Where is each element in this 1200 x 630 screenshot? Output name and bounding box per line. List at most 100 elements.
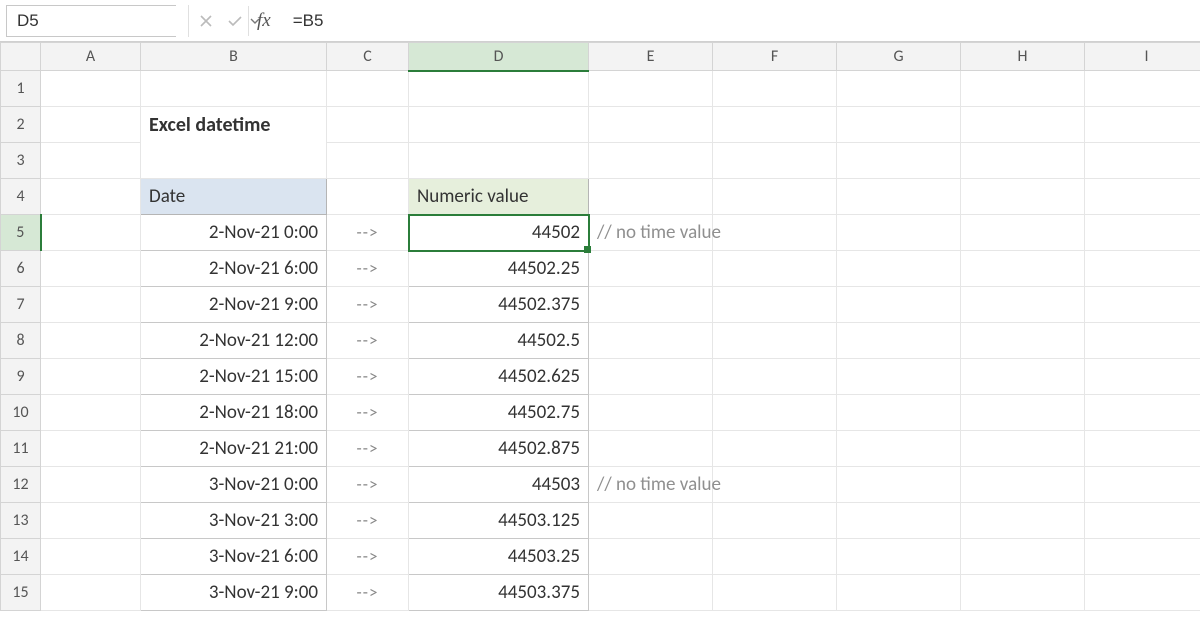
cell-F8[interactable] [713,323,837,359]
col-header-D[interactable]: D [409,43,589,71]
cell-A11[interactable] [41,431,141,467]
cell-F7[interactable] [713,287,837,323]
cell-D5[interactable]: 44502 [409,215,589,251]
cell-H9[interactable] [961,359,1085,395]
cell-E10[interactable] [589,395,713,431]
cell-C3[interactable] [327,143,409,179]
cell-B9[interactable]: 2-Nov-21 15:00 [141,359,327,395]
cell-C11[interactable]: --> [327,431,409,467]
sheet-title[interactable]: Excel datetime [141,107,327,143]
cell-D1[interactable] [409,71,589,107]
enter-formula-button[interactable] [227,14,243,28]
cell-B8[interactable]: 2-Nov-21 12:00 [141,323,327,359]
cell-C6[interactable]: --> [327,251,409,287]
cell-I12[interactable] [1085,467,1200,503]
cell-E13[interactable] [589,503,713,539]
col-header-C[interactable]: C [327,43,409,71]
cell-E14[interactable] [589,539,713,575]
cell-D8[interactable]: 44502.5 [409,323,589,359]
cell-E6[interactable] [589,251,713,287]
cell-E8[interactable] [589,323,713,359]
cell-B1[interactable] [141,71,327,107]
cell-F6[interactable] [713,251,837,287]
cell-E12[interactable]: // no time value [589,467,713,503]
cell-F2[interactable] [713,107,837,143]
cell-G5[interactable] [837,215,961,251]
cell-I13[interactable] [1085,503,1200,539]
cell-F1[interactable] [713,71,837,107]
select-all-corner[interactable] [1,43,41,71]
row-header-6[interactable]: 6 [1,251,41,287]
cell-G12[interactable] [837,467,961,503]
cell-G15[interactable] [837,575,961,611]
cell-D11[interactable]: 44502.875 [409,431,589,467]
cell-F9[interactable] [713,359,837,395]
col-header-A[interactable]: A [41,43,141,71]
cell-F11[interactable] [713,431,837,467]
cell-D2[interactable] [409,107,589,143]
cell-H10[interactable] [961,395,1085,431]
cell-A5[interactable] [41,215,141,251]
cell-A2[interactable] [41,107,141,143]
cell-H7[interactable] [961,287,1085,323]
cell-B15[interactable]: 3-Nov-21 9:00 [141,575,327,611]
row-header-14[interactable]: 14 [1,539,41,575]
row-header-13[interactable]: 13 [1,503,41,539]
cell-B13[interactable]: 3-Nov-21 3:00 [141,503,327,539]
row-header-15[interactable]: 15 [1,575,41,611]
cell-F14[interactable] [713,539,837,575]
cell-H8[interactable] [961,323,1085,359]
cell-H12[interactable] [961,467,1085,503]
row-header-3[interactable]: 3 [1,143,41,179]
cell-F3[interactable] [713,143,837,179]
cell-A4[interactable] [41,179,141,215]
cell-C8[interactable]: --> [327,323,409,359]
cell-I10[interactable] [1085,395,1200,431]
cell-G14[interactable] [837,539,961,575]
cell-I14[interactable] [1085,539,1200,575]
cell-G6[interactable] [837,251,961,287]
cell-C13[interactable]: --> [327,503,409,539]
cell-A6[interactable] [41,251,141,287]
col-header-I[interactable]: I [1085,43,1200,71]
cell-F10[interactable] [713,395,837,431]
cell-C5[interactable]: --> [327,215,409,251]
cell-D13[interactable]: 44503.125 [409,503,589,539]
cell-F12[interactable] [713,467,837,503]
cell-D7[interactable]: 44502.375 [409,287,589,323]
cell-G11[interactable] [837,431,961,467]
table-header-date[interactable]: Date [141,179,327,215]
cell-C9[interactable]: --> [327,359,409,395]
col-header-B[interactable]: B [141,43,327,71]
cell-D10[interactable]: 44502.75 [409,395,589,431]
cell-B10[interactable]: 2-Nov-21 18:00 [141,395,327,431]
cell-C7[interactable]: --> [327,287,409,323]
cell-C14[interactable]: --> [327,539,409,575]
cell-G3[interactable] [837,143,961,179]
cell-A13[interactable] [41,503,141,539]
cell-G13[interactable] [837,503,961,539]
cell-H2[interactable] [961,107,1085,143]
cell-G9[interactable] [837,359,961,395]
cell-A12[interactable] [41,467,141,503]
spreadsheet-grid[interactable]: A B C D E F G H I J 12Excel datetime34Da… [0,42,1200,611]
cell-A14[interactable] [41,539,141,575]
cell-E3[interactable] [589,143,713,179]
cell-E4[interactable] [589,179,713,215]
cell-H1[interactable] [961,71,1085,107]
cell-B7[interactable]: 2-Nov-21 9:00 [141,287,327,323]
row-header-1[interactable]: 1 [1,71,41,107]
cell-B6[interactable]: 2-Nov-21 6:00 [141,251,327,287]
cell-D15[interactable]: 44503.375 [409,575,589,611]
cell-D3[interactable] [409,143,589,179]
cell-D14[interactable]: 44503.25 [409,539,589,575]
cell-C1[interactable] [327,71,409,107]
cell-C2[interactable] [327,107,409,143]
cell-F13[interactable] [713,503,837,539]
cell-B14[interactable]: 3-Nov-21 6:00 [141,539,327,575]
row-header-8[interactable]: 8 [1,323,41,359]
cell-H6[interactable] [961,251,1085,287]
cell-I3[interactable] [1085,143,1200,179]
cell-A9[interactable] [41,359,141,395]
cell-C4[interactable] [327,179,409,215]
